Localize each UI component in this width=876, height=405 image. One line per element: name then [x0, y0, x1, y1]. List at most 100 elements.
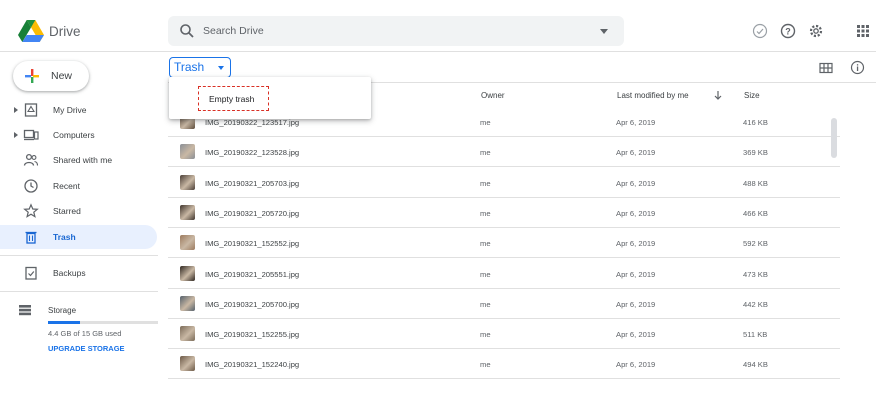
settings-icon[interactable] — [808, 23, 824, 39]
my-drive-icon — [24, 103, 38, 117]
file-row[interactable]: IMG_20190321_152552.jpg me Apr 6, 2019 592 … — [168, 228, 840, 259]
file-name: IMG_20190322_123528.jpg — [205, 148, 300, 158]
clock-icon — [24, 179, 38, 193]
file-row[interactable]: IMG_20190321_152240.jpg me Apr 6, 2019 494 … — [168, 349, 840, 380]
offline-status-icon[interactable] — [752, 23, 768, 39]
file-row[interactable]: IMG_20190321_205703.jpg me Apr 6, 2019 488 … — [168, 168, 840, 198]
sidebar-item-label: Starred — [53, 206, 81, 216]
file-size: 511 KB — [743, 330, 768, 340]
empty-trash-menu-item[interactable]: Empty trash — [198, 86, 269, 111]
file-name: IMG_20190322_123517.jpg — [205, 118, 300, 127]
breadcrumb-trash-dropdown[interactable]: Trash — [169, 57, 232, 78]
sidebar-item-recent[interactable]: Recent — [0, 174, 157, 198]
column-header-size[interactable]: Size — [744, 91, 760, 100]
file-size: 466 KB — [743, 208, 768, 218]
sidebar-item-backups[interactable]: Backups — [0, 261, 157, 285]
file-owner: me — [480, 299, 491, 309]
search-bar[interactable]: Search Drive — [168, 16, 624, 46]
image-thumbnail-icon — [180, 144, 195, 160]
expand-arrow-icon[interactable] — [14, 132, 18, 138]
star-icon — [23, 203, 39, 218]
shared-icon — [23, 153, 39, 166]
expand-arrow-icon[interactable] — [14, 107, 18, 113]
trash-dropdown-menu: Empty trash — [169, 77, 371, 119]
sidebar-item-starred[interactable]: Starred — [0, 199, 157, 223]
chevron-down-icon — [218, 66, 225, 70]
top-bar: Drive Search Drive ? — [0, 0, 876, 52]
file-name: IMG_20190321_152240.jpg — [205, 360, 300, 370]
file-modified-date: Apr 6, 2019 — [616, 330, 656, 340]
drive-logo-icon[interactable] — [18, 20, 44, 42]
file-owner: me — [480, 239, 491, 249]
file-name: IMG_20190321_205703.jpg — [205, 178, 300, 188]
file-name: IMG_20190321_152552.jpg — [205, 239, 300, 249]
file-row[interactable]: IMG_20190322_123528.jpg me Apr 6, 2019 369 … — [168, 137, 840, 168]
image-thumbnail-icon — [180, 235, 195, 251]
sidebar-item-computers[interactable]: Computers — [0, 123, 157, 147]
upgrade-storage-link[interactable]: UPGRADE STORAGE — [48, 344, 125, 353]
file-row[interactable]: IMG_20190321_205551.jpg me Apr 6, 2019 473 … — [168, 259, 840, 289]
search-icon[interactable] — [179, 23, 195, 39]
file-modified-date: Apr 6, 2019 — [616, 269, 656, 279]
file-row[interactable]: IMG_20190321_205700.jpg me Apr 6, 2019 442 … — [168, 289, 840, 319]
file-name: IMG_20190321_205700.jpg — [205, 299, 300, 309]
file-size: 416 KB — [743, 118, 768, 127]
file-name: IMG_20190321_205551.jpg — [205, 269, 300, 279]
sidebar-item-label: Backups — [53, 268, 86, 278]
file-size: 494 KB — [743, 360, 768, 370]
file-row[interactable]: IMG_20190321_152255.jpg me Apr 6, 2019 511 … — [168, 319, 840, 350]
file-size: 488 KB — [743, 178, 768, 188]
file-modified-date: Apr 6, 2019 — [616, 239, 656, 249]
backups-icon — [25, 266, 37, 280]
file-modified-date: Apr 6, 2019 — [616, 208, 656, 218]
file-size: 473 KB — [743, 269, 768, 279]
sort-arrow-down-icon[interactable] — [713, 90, 723, 100]
sidebar-divider — [0, 291, 158, 292]
sidebar-item-label: Recent — [53, 181, 80, 191]
file-modified-date: Apr 6, 2019 — [616, 299, 656, 309]
sidebar-divider — [0, 255, 158, 256]
file-modified-date: Apr 6, 2019 — [616, 148, 656, 158]
sidebar-item-label: My Drive — [53, 105, 87, 115]
file-owner: me — [480, 178, 491, 188]
storage-usage-fill — [48, 321, 80, 324]
file-name: IMG_20190321_152255.jpg — [205, 330, 300, 340]
sidebar-item-label: Trash — [53, 232, 76, 242]
sidebar-item-label: Computers — [53, 130, 95, 140]
breadcrumb-label: Trash — [174, 60, 205, 74]
grid-view-icon[interactable] — [819, 61, 833, 75]
sidebar-item-label: Shared with me — [53, 155, 113, 165]
apps-grid-icon[interactable] — [855, 23, 871, 39]
storage-usage-bar — [48, 321, 158, 324]
file-size: 442 KB — [743, 299, 768, 309]
file-name: IMG_20190321_205720.jpg — [205, 208, 300, 218]
plus-icon — [25, 69, 39, 83]
image-thumbnail-icon — [180, 295, 195, 311]
sidebar-item-my-drive[interactable]: My Drive — [0, 98, 157, 122]
image-thumbnail-icon — [180, 356, 195, 372]
help-icon[interactable]: ? — [780, 23, 796, 39]
file-modified-date: Apr 6, 2019 — [616, 360, 656, 370]
sidebar-item-trash[interactable]: Trash — [0, 225, 157, 249]
new-button-label: New — [51, 70, 73, 82]
scrollbar-thumb[interactable] — [831, 118, 837, 158]
file-modified-date: Apr 6, 2019 — [616, 118, 656, 127]
trash-icon — [25, 231, 37, 244]
storage-used-text: 4.4 GB of 15 GB used — [48, 329, 122, 338]
image-thumbnail-icon — [180, 174, 195, 190]
column-header-owner[interactable]: Owner — [481, 91, 505, 100]
column-header-last-modified[interactable]: Last modified by me — [617, 91, 689, 100]
sidebar-item-shared-with-me[interactable]: Shared with me — [0, 148, 157, 172]
new-button[interactable]: New — [13, 61, 89, 91]
menu-item-label: Empty trash — [209, 94, 255, 104]
file-owner: me — [480, 360, 491, 370]
search-options-icon[interactable] — [600, 29, 608, 34]
file-row[interactable]: IMG_20190321_205720.jpg me Apr 6, 2019 466 … — [168, 198, 840, 228]
search-input[interactable]: Search Drive — [203, 25, 264, 37]
storage-label[interactable]: Storage — [48, 306, 76, 315]
info-icon[interactable] — [850, 60, 865, 75]
file-owner: me — [480, 148, 491, 158]
file-owner: me — [480, 269, 491, 279]
app-name: Drive — [49, 24, 81, 39]
file-size: 592 KB — [743, 239, 768, 249]
